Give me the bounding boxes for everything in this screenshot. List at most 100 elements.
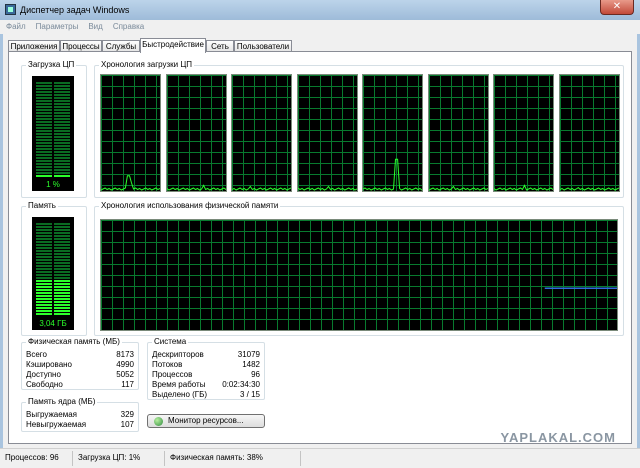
gauge-segment (36, 103, 52, 105)
gauge-segment (54, 151, 70, 153)
gauge-segment-lit (36, 280, 52, 282)
gauge-segment (36, 238, 52, 240)
gauge-segment (54, 244, 70, 246)
gauge-segment (54, 226, 70, 228)
cpu-usage-trace (297, 185, 357, 191)
performance-panel: Загрузка ЦП 1 % Хронология загрузки ЦП П… (8, 51, 632, 444)
stat-free-label: Свободно (26, 380, 63, 389)
window-title: Диспетчер задач Windows (20, 5, 130, 15)
gauge-segment-lit (54, 286, 70, 288)
gauge-segment (54, 115, 70, 117)
gauge-segment (54, 118, 70, 120)
gauge-segment (54, 91, 70, 93)
gauge-segment (36, 256, 52, 258)
gauge-segment (36, 94, 52, 96)
gauge-segment (54, 136, 70, 138)
menu-help[interactable]: Справка (107, 20, 148, 31)
gauge-segment-lit (54, 280, 70, 282)
gauge-segment-lit (36, 313, 52, 315)
gauge-segment (54, 109, 70, 111)
stat-threads-label: Потоков (152, 360, 183, 369)
gauge-segment-lit (36, 289, 52, 291)
stat-handles-value: 31079 (237, 350, 260, 359)
stat-processes-label: Процессов (152, 370, 193, 379)
gauge-segment (54, 142, 70, 144)
stat-available-label: Доступно (26, 370, 61, 379)
gauge-segment (36, 244, 52, 246)
gauge-segment (36, 169, 52, 171)
cpu-usage-gauge: 1 % (32, 76, 74, 191)
cpu-core-graph (100, 74, 161, 192)
gauge-segment (54, 88, 70, 90)
status-memory: Физическая память: 38% (170, 453, 263, 462)
stat-paged-value: 329 (120, 410, 134, 419)
cpu-core-graph (231, 74, 292, 192)
gauge-segment (36, 229, 52, 231)
gauge-segment (54, 139, 70, 141)
gauge-segment-lit (36, 295, 52, 297)
gauge-segment (54, 235, 70, 237)
gauge-segment (36, 145, 52, 147)
gauge-segment (54, 106, 70, 108)
cpu-usage-trace (166, 184, 226, 191)
gauge-segment (54, 100, 70, 102)
resource-monitor-label: Монитор ресурсов... (168, 416, 244, 425)
resource-monitor-button[interactable]: Монитор ресурсов... (147, 414, 265, 428)
gauge-segment-lit (54, 313, 70, 315)
cpu-history-label: Хронология загрузки ЦП (99, 60, 194, 69)
gauge-segment-lit (36, 301, 52, 303)
gauge-segment (36, 121, 52, 123)
gauge-segment (54, 250, 70, 252)
gauge-segment (36, 274, 52, 276)
gauge-segment (36, 130, 52, 132)
gauge-segment (36, 85, 52, 87)
stat-total-value: 8173 (116, 350, 134, 359)
memory-history-label: Хронология использования физической памя… (99, 201, 281, 210)
tab-performance[interactable]: Быстродействие (140, 38, 206, 53)
gauge-segment (36, 265, 52, 267)
gauge-segment (36, 118, 52, 120)
cpu-usage-trace (494, 184, 553, 191)
cpu-core-graph (362, 74, 423, 192)
physical-memory-group: Физическая память (МБ) Всего 8173 Кэширо… (21, 337, 139, 390)
gauge-segment (36, 235, 52, 237)
status-processes: Процессов: 96 (5, 453, 59, 462)
stat-cached-label: Кэшировано (26, 360, 73, 369)
stat-processes-value: 96 (251, 370, 260, 379)
gauge-segment (54, 157, 70, 159)
gauge-segment (36, 262, 52, 264)
memory-value: 3,04 ГБ (39, 319, 67, 328)
gauge-segment-lit (54, 289, 70, 291)
gauge-segment (54, 160, 70, 162)
gauge-segment (54, 163, 70, 165)
gauge-segment (54, 124, 70, 126)
cpu-history-group: Хронология загрузки ЦП (94, 60, 624, 198)
status-separator (300, 451, 301, 466)
gauge-segment (36, 136, 52, 138)
resource-monitor-icon (154, 417, 163, 426)
gauge-segment (36, 247, 52, 249)
menu-view[interactable]: Вид (82, 20, 106, 31)
menu-options[interactable]: Параметры (30, 20, 83, 31)
menu-file[interactable]: Файл (0, 20, 30, 31)
memory-group: Память 3,04 ГБ (21, 201, 87, 336)
gauge-segment (36, 139, 52, 141)
gauge-segment (36, 91, 52, 93)
title-bar[interactable]: Диспетчер задач Windows ✕ (0, 0, 640, 20)
gauge-segment (36, 124, 52, 126)
cpu-core-graph (558, 74, 620, 192)
close-button[interactable]: ✕ (600, 0, 634, 15)
gauge-segment-lit (36, 175, 52, 177)
gauge-segment (36, 253, 52, 255)
stat-commit-label: Выделено (ГБ) (152, 390, 208, 399)
gauge-segment (54, 262, 70, 264)
gauge-segment (36, 151, 52, 153)
stat-nonpaged-label: Невыгружаемая (26, 420, 87, 429)
cpu-usage-trace (101, 175, 160, 191)
gauge-segment (36, 154, 52, 156)
memory-gauge: 3,04 ГБ (32, 217, 74, 330)
gauge-segment-lit (54, 298, 70, 300)
gauge-segment (54, 133, 70, 135)
kernel-memory-label: Память ядра (МБ) (26, 397, 98, 406)
stat-handles-label: Дескрипторов (152, 350, 204, 359)
